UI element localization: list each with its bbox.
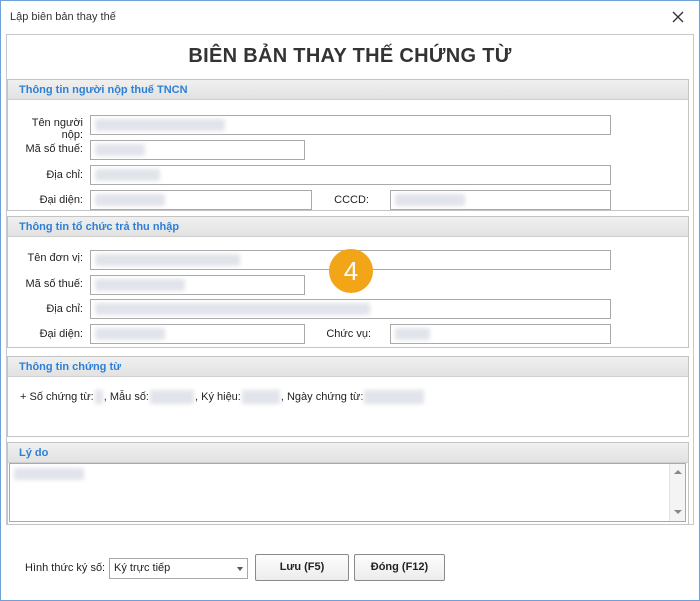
certificate-form-label: , Mẫu số: [103, 391, 149, 403]
save-button[interactable]: Lưu (F5) [255, 554, 349, 581]
payer-org-group-header: Thông tin tổ chức trả thu nhập [8, 217, 688, 237]
sign-method-value: Ký trực tiếp [114, 562, 171, 574]
org-rep-input[interactable] [90, 324, 305, 344]
certificate-symbol-label: , Ký hiệu: [195, 391, 241, 403]
org-position-label: Chức vụ: [326, 328, 371, 340]
taxpayer-name-input[interactable] [90, 115, 611, 135]
taxpayer-rep-input[interactable] [90, 190, 312, 210]
close-icon[interactable] [667, 6, 689, 28]
org-tax-code-label: Mã số thuế: [25, 278, 83, 290]
dialog-window: Lập biên bản thay thế BIÊN BẢN THAY THẾ … [0, 0, 700, 601]
chevron-down-icon [237, 567, 243, 571]
scroll-down-icon[interactable] [674, 510, 682, 514]
taxpayer-rep-label: Đại diện: [39, 194, 83, 206]
reason-textarea[interactable] [9, 463, 686, 522]
certificate-date-label: , Ngày chứng từ: [280, 391, 364, 403]
sign-method-label: Hình thức ký số: [25, 562, 106, 574]
taxpayer-name-label: Tên người nộp: [31, 117, 83, 141]
org-address-input[interactable] [90, 299, 611, 319]
page-title: BIÊN BẢN THAY THẾ CHỨNG TỪ [188, 45, 512, 67]
title-bar: Lập biên bản thay thế [1, 1, 699, 33]
org-tax-code-input[interactable] [90, 275, 305, 295]
step-badge: 4 [329, 249, 373, 293]
window-title: Lập biên bản thay thế [10, 11, 116, 23]
certificate-summary: + Số chứng từ: , Mẫu số: , Ký hiệu: , Ng… [20, 390, 425, 404]
taxpayer-id-input[interactable] [390, 190, 611, 210]
org-position-input[interactable] [390, 324, 611, 344]
org-rep-label: Đại diện: [39, 328, 83, 340]
scroll-up-icon[interactable] [674, 470, 682, 474]
certificate-group-header: Thông tin chứng từ [8, 357, 688, 377]
reason-group-header: Lý do [8, 443, 688, 463]
reason-scrollbar[interactable] [669, 464, 685, 521]
taxpayer-group-header: Thông tin người nộp thuế TNCN [8, 80, 688, 100]
org-name-label: Tên đơn vị: [27, 252, 83, 264]
org-address-label: Địa chỉ: [46, 303, 83, 315]
sign-method-select[interactable]: Ký trực tiếp [109, 558, 248, 579]
certificate-number-label: + Số chứng từ: [20, 391, 94, 403]
taxpayer-id-label: CCCD: [334, 194, 369, 206]
taxpayer-address-label: Địa chỉ: [46, 169, 83, 181]
taxpayer-tax-code-input[interactable] [90, 140, 305, 160]
taxpayer-tax-code-label: Mã số thuế: [25, 143, 83, 155]
taxpayer-address-input[interactable] [90, 165, 611, 185]
close-button[interactable]: Đóng (F12) [354, 554, 445, 581]
